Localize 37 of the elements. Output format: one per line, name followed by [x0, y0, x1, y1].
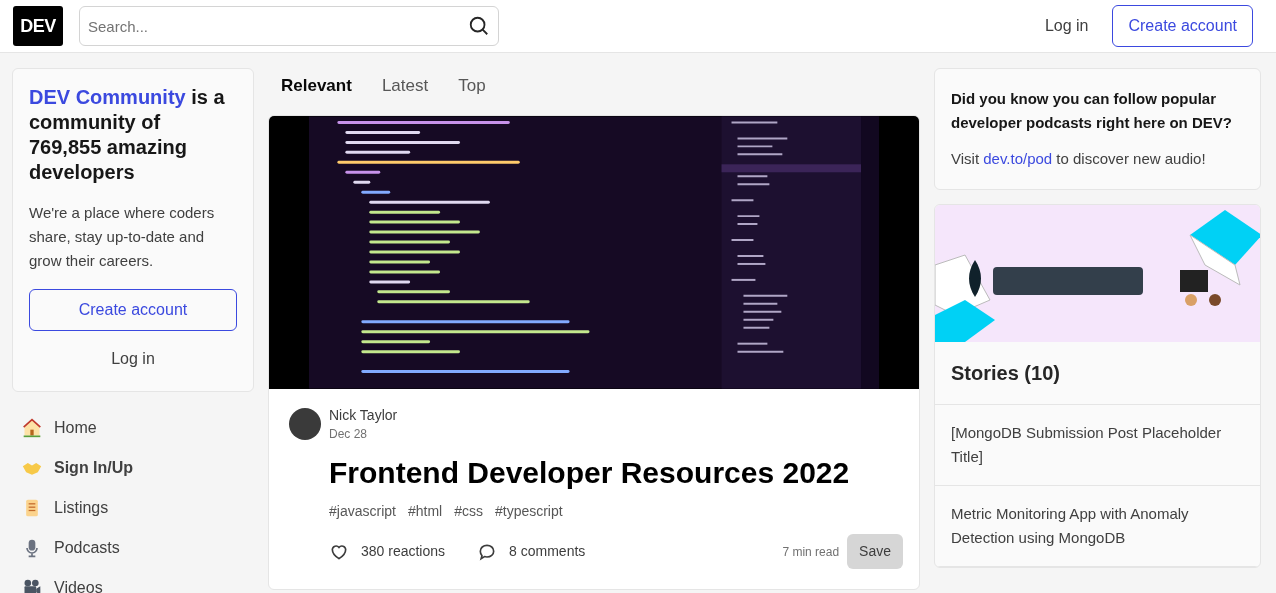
- save-button[interactable]: Save: [847, 534, 903, 569]
- feed-tab[interactable]: Relevant: [268, 65, 365, 107]
- intro-text: We're a place where coders share, stay up-to-date and grow their careers.: [29, 203, 216, 271]
- story-link[interactable]: [MongoDB Submission Post Placeholder Title]: [935, 405, 1260, 486]
- create-account-button[interactable]: Create account: [29, 289, 237, 331]
- create-account-button[interactable]: Create account: [1112, 5, 1253, 47]
- tag-link[interactable]: #typescript: [489, 497, 568, 526]
- house-icon: [22, 418, 42, 438]
- story-link[interactable]: Metric Monitoring App with Anomaly Detection using MongoDB: [935, 486, 1260, 567]
- post-date: Dec 28: [329, 426, 369, 443]
- login-link[interactable]: Log in: [29, 339, 237, 379]
- notice-text: Visit dev.to/pod to discover new audio!: [951, 149, 1207, 169]
- nav-link[interactable]: Podcasts: [12, 528, 254, 568]
- tag-link[interactable]: #html: [402, 497, 448, 526]
- tag-link[interactable]: #css: [449, 497, 488, 526]
- read-time: 7 min read: [782, 543, 840, 561]
- tag-link[interactable]: #javascript: [324, 497, 401, 526]
- comments-link[interactable]: 8 comments: [469, 537, 594, 566]
- notice-heading: Did you know you can follow popular developer podcasts right here on DEV?: [951, 89, 1233, 133]
- movie-camera-icon: [22, 578, 42, 593]
- avatar[interactable]: [289, 408, 321, 440]
- podcast-link[interactable]: dev.to/pod: [983, 150, 1053, 167]
- stories-heading: Stories (10): [935, 342, 1260, 405]
- author-name[interactable]: Nick Taylor: [329, 405, 398, 425]
- nav-link[interactable]: Home: [12, 408, 254, 448]
- nav-link[interactable]: Sign In/Up: [12, 448, 254, 488]
- post-title[interactable]: Frontend Developer Resources 2022: [289, 455, 899, 491]
- search-field[interactable]: Search...: [79, 6, 499, 46]
- nav-link[interactable]: Videos: [12, 568, 254, 593]
- intro-headline: DEV Community is a community of 769,855 amazing developers: [29, 85, 226, 185]
- search-icon[interactable]: [468, 15, 490, 37]
- feed-tab[interactable]: Latest: [368, 65, 442, 107]
- nav-link[interactable]: Listings: [12, 488, 254, 528]
- feed-tab[interactable]: Top: [445, 65, 499, 107]
- reactions-link[interactable]: 380 reactions: [321, 537, 454, 566]
- login-link[interactable]: Log in: [1028, 6, 1105, 46]
- dev-logo[interactable]: DEV: [13, 6, 63, 46]
